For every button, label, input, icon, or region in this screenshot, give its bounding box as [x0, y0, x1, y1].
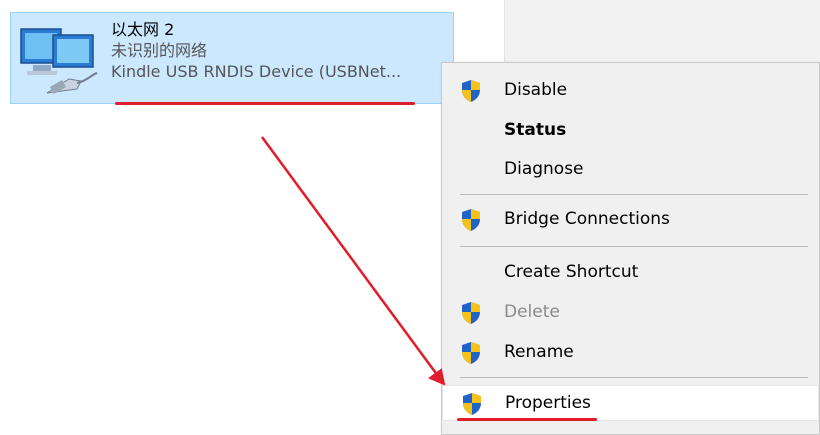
menu-item-label: Status [504, 120, 567, 140]
network-adapter-icon [20, 28, 98, 94]
context-menu: Disable Status Diagnose Bridge Connectio… [441, 62, 820, 435]
shield-icon [462, 342, 480, 364]
menu-item-label: Create Shortcut [504, 262, 639, 282]
adapter-name: 以太网 2 [111, 20, 175, 39]
shield-icon [462, 209, 480, 231]
annotation-underline-properties [457, 418, 597, 421]
menu-item-label: Delete [504, 302, 560, 322]
adapter-device: Kindle USB RNDIS Device (USBNet... [111, 62, 402, 81]
menu-item-diagnose[interactable]: Diagnose [442, 152, 819, 188]
shield-icon [462, 80, 480, 102]
shield-icon [463, 393, 481, 415]
adapter-status: 未识别的网络 [111, 41, 208, 60]
menu-item-label: Rename [504, 342, 574, 362]
menu-item-label: Disable [504, 80, 568, 100]
menu-item-delete: Delete [442, 295, 819, 331]
menu-item-bridge-connections[interactable]: Bridge Connections [442, 202, 819, 238]
menu-item-label: Diagnose [504, 159, 584, 179]
network-adapter-item[interactable]: 以太网 2 未识别的网络 Kindle USB RNDIS Device (US… [10, 12, 454, 104]
menu-item-label: Properties [505, 393, 591, 413]
menu-item-properties[interactable]: Properties [442, 385, 819, 421]
shield-icon [462, 302, 480, 324]
menu-separator [460, 377, 808, 378]
menu-item-create-shortcut[interactable]: Create Shortcut [442, 255, 819, 291]
menu-item-label: Bridge Connections [504, 209, 670, 229]
menu-item-status[interactable]: Status [442, 113, 819, 149]
menu-item-rename[interactable]: Rename [442, 335, 819, 371]
menu-item-disable[interactable]: Disable [442, 73, 819, 109]
annotation-underline-device [115, 102, 415, 105]
menu-separator [460, 246, 808, 247]
menu-separator [460, 194, 808, 195]
